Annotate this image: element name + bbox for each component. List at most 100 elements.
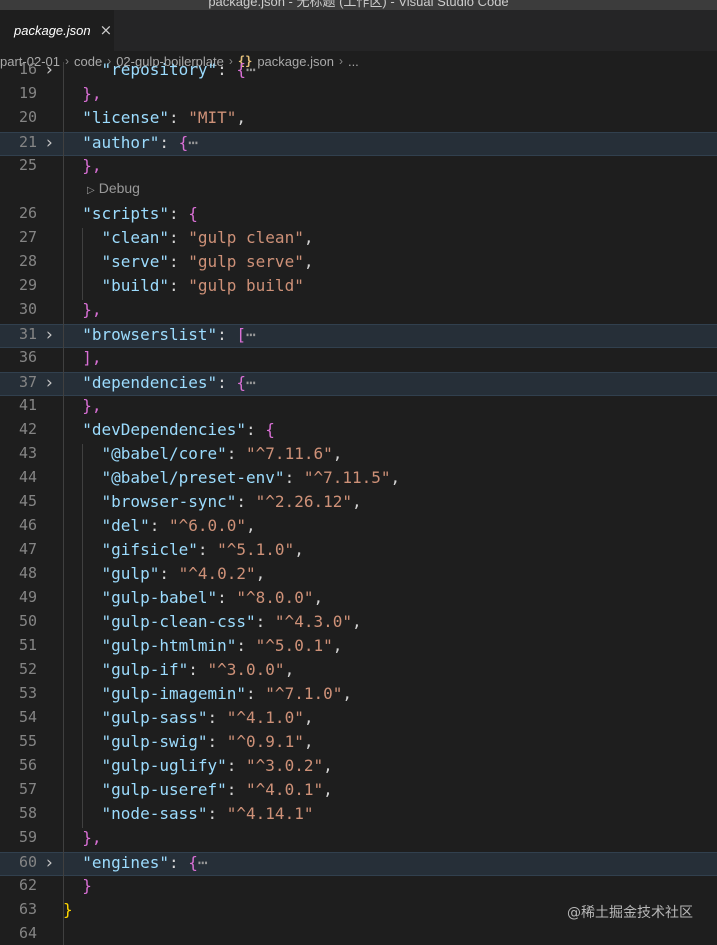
code-text: "dependencies": {⋯ bbox=[63, 373, 256, 392]
punctuation: : bbox=[246, 420, 266, 439]
line-number: 53 bbox=[18, 684, 37, 702]
chevron-right-icon[interactable]: › bbox=[46, 62, 53, 80]
json-key: "gulp-babel" bbox=[101, 588, 218, 607]
json-string: "^8.0.0" bbox=[236, 588, 314, 607]
codelens-row: ▷ Debug bbox=[0, 180, 717, 204]
punctuation: : bbox=[284, 468, 304, 487]
json-string: "gulp clean" bbox=[188, 228, 304, 247]
punctuation: : bbox=[168, 204, 189, 223]
punctuation: , bbox=[390, 468, 401, 487]
tab-package-json[interactable]: package.json × bbox=[0, 10, 114, 51]
code-text: "engines": {⋯ bbox=[63, 853, 208, 872]
line-number: 16 bbox=[18, 62, 37, 78]
line-number: 58 bbox=[18, 804, 37, 822]
punctuation: : bbox=[217, 325, 237, 344]
ellipsis-icon: ⋯ bbox=[246, 373, 256, 392]
punctuation: : bbox=[217, 588, 237, 607]
line-number: 64 bbox=[18, 924, 37, 942]
json-key: "clean" bbox=[101, 228, 169, 247]
json-string: "^5.1.0" bbox=[217, 540, 295, 559]
code-text: "gulp-babel": "^8.0.0", bbox=[63, 588, 324, 607]
code-line: 25 }, bbox=[0, 156, 717, 180]
punctuation: { bbox=[178, 133, 189, 152]
punctuation: : bbox=[246, 684, 266, 703]
chevron-right-icon[interactable]: › bbox=[46, 853, 53, 873]
json-key: "del" bbox=[101, 516, 150, 535]
code-text: "browserslist": [⋯ bbox=[63, 325, 255, 344]
punctuation bbox=[63, 133, 82, 152]
close-icon[interactable]: × bbox=[100, 23, 113, 38]
punctuation: } bbox=[63, 900, 73, 919]
watermark: @稀土掘金技术社区 bbox=[567, 905, 693, 921]
punctuation: : bbox=[168, 252, 189, 271]
punctuation: : bbox=[168, 228, 189, 247]
punctuation: : bbox=[236, 492, 256, 511]
punctuation bbox=[63, 84, 82, 103]
tab-label: package.json bbox=[14, 23, 91, 38]
line-number: 47 bbox=[18, 540, 37, 558]
json-string: "^4.0.1" bbox=[246, 780, 324, 799]
punctuation: { bbox=[236, 373, 247, 392]
line-number: 60 bbox=[18, 853, 37, 871]
chevron-right-icon[interactable]: › bbox=[46, 133, 53, 153]
punctuation: { bbox=[265, 420, 275, 439]
punctuation: { bbox=[236, 62, 247, 79]
code-line: 31 › "browserslist": [⋯ bbox=[0, 324, 717, 348]
code-text: "gulp-useref": "^4.0.1", bbox=[63, 780, 333, 799]
code-line: 28 "serve": "gulp serve", bbox=[0, 252, 717, 276]
code-text: "author": {⋯ bbox=[63, 133, 198, 152]
chevron-right-icon[interactable]: › bbox=[46, 373, 53, 393]
json-key: "node-sass" bbox=[101, 804, 208, 823]
code-text: }, bbox=[63, 156, 101, 175]
line-number: 48 bbox=[18, 564, 37, 582]
punctuation: [ bbox=[236, 325, 247, 344]
punctuation bbox=[63, 108, 82, 127]
line-number: 54 bbox=[18, 708, 37, 726]
punctuation: : bbox=[168, 853, 189, 872]
code-text: "gulp-clean-css": "^4.3.0", bbox=[63, 612, 362, 631]
chevron-right-icon[interactable]: › bbox=[46, 325, 53, 345]
code-text: "gulp-htmlmin": "^5.0.1", bbox=[63, 636, 343, 655]
line-number: 29 bbox=[18, 276, 37, 294]
code-line: 46 "del": "^6.0.0", bbox=[0, 516, 717, 540]
code-line: 51 "gulp-htmlmin": "^5.0.1", bbox=[0, 636, 717, 660]
punctuation: : bbox=[159, 564, 179, 583]
punctuation: , bbox=[351, 612, 362, 631]
code-editor[interactable]: 16 › "repository": {⋯ 19 }, 20 "license": "… bbox=[0, 62, 717, 945]
punctuation: : bbox=[168, 276, 189, 295]
code-text: "del": "^6.0.0", bbox=[63, 516, 256, 535]
punctuation: : bbox=[226, 756, 247, 775]
punctuation: }, bbox=[82, 84, 102, 103]
punctuation: : bbox=[217, 62, 237, 79]
json-key: "gulp" bbox=[101, 564, 160, 583]
debug-label: Debug bbox=[98, 180, 140, 196]
line-number: 56 bbox=[18, 756, 37, 774]
code-line: 47 "gifsicle": "^5.1.0", bbox=[0, 540, 717, 564]
line-number: 45 bbox=[18, 492, 37, 510]
json-string: "^7.11.6" bbox=[246, 444, 333, 463]
code-line: 43 "@babel/core": "^7.11.6", bbox=[0, 444, 717, 468]
code-text: ], bbox=[63, 348, 101, 367]
code-text: "repository": {⋯ bbox=[63, 62, 256, 79]
code-text: "@babel/core": "^7.11.6", bbox=[63, 444, 343, 463]
line-number: 28 bbox=[18, 252, 37, 270]
punctuation: : bbox=[188, 660, 208, 679]
code-line: 21 › "author": {⋯ bbox=[0, 132, 717, 156]
indent-guide bbox=[82, 228, 84, 300]
code-text: } bbox=[63, 876, 92, 895]
ellipsis-icon: ⋯ bbox=[246, 62, 256, 79]
ellipsis-icon: ⋯ bbox=[197, 853, 208, 872]
line-number: 27 bbox=[18, 228, 37, 246]
code-line: 29 "build": "gulp build" bbox=[0, 276, 717, 300]
debug-codelens[interactable]: ▷ Debug bbox=[87, 180, 140, 196]
punctuation: , bbox=[303, 228, 314, 247]
line-number: 49 bbox=[18, 588, 37, 606]
code-line: 55 "gulp-swig": "^0.9.1", bbox=[0, 732, 717, 756]
punctuation: , bbox=[303, 708, 314, 727]
code-text: "gulp-imagemin": "^7.1.0", bbox=[63, 684, 352, 703]
punctuation bbox=[63, 828, 82, 847]
json-string: "^7.1.0" bbox=[265, 684, 343, 703]
line-number: 50 bbox=[18, 612, 37, 630]
punctuation bbox=[63, 156, 82, 175]
punctuation bbox=[63, 420, 82, 439]
